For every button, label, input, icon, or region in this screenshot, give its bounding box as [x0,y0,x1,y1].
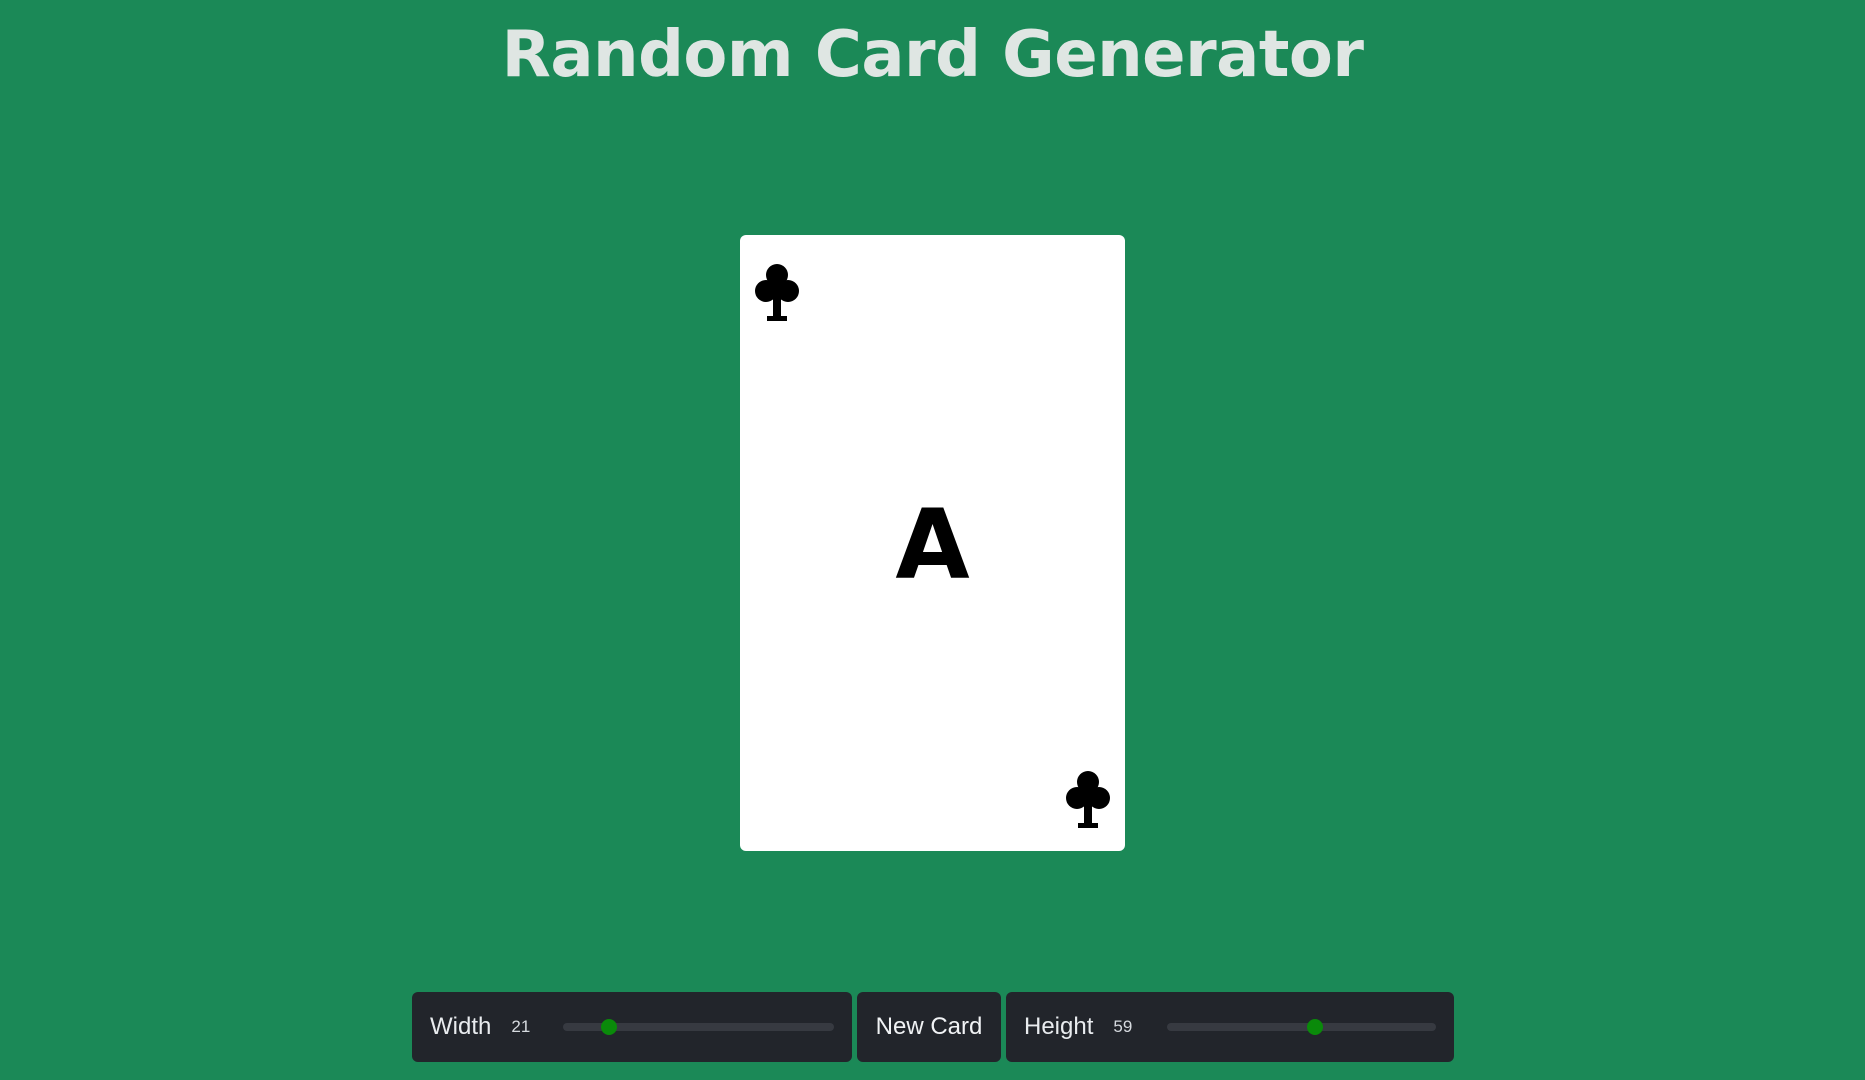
width-slider-thumb[interactable] [601,1019,618,1035]
height-control: Height 59 [1006,992,1454,1062]
club-icon [755,264,799,321]
card-rank: A [895,489,970,601]
height-slider-thumb[interactable] [1307,1019,1324,1035]
club-icon [1066,771,1110,828]
width-control: Width 21 [412,992,852,1062]
height-label: Height [1024,1013,1094,1040]
width-label: Width [430,1013,492,1040]
controls-bar: Width 21 New Card Height 59 [412,992,1454,1062]
height-slider[interactable] [1167,1019,1436,1035]
width-value: 21 [511,1017,531,1036]
playing-card: A [740,235,1125,851]
page: Random Card Generator A Width 21 New Car… [0,0,1865,1080]
new-card-button[interactable]: New Card [857,992,1001,1062]
page-title: Random Card Generator [501,18,1364,92]
width-slider[interactable] [563,1019,834,1035]
height-value: 59 [1113,1017,1133,1036]
